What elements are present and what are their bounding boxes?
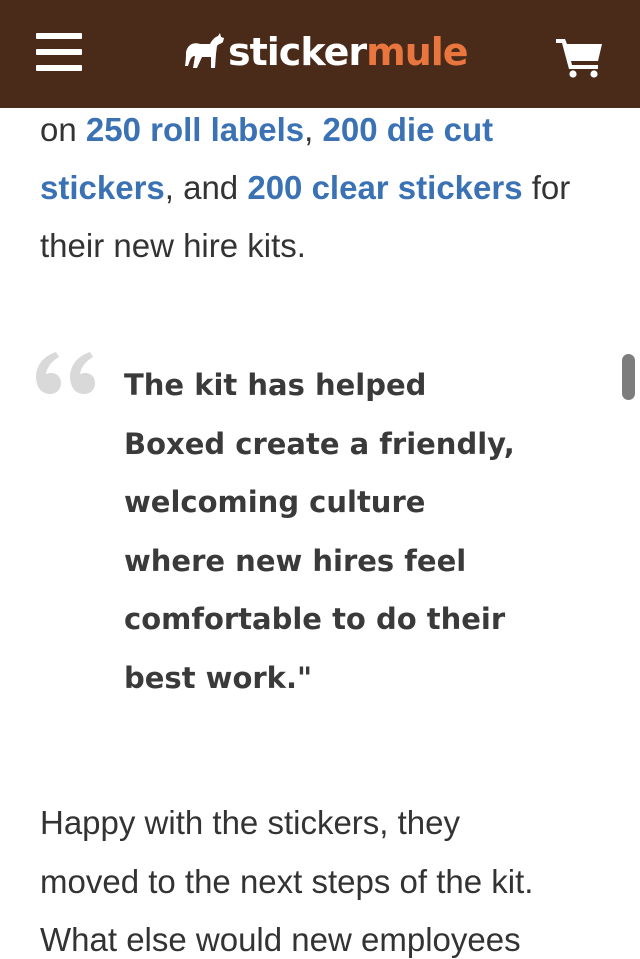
quote-line: best work." xyxy=(124,660,313,695)
mule-icon xyxy=(185,33,224,68)
hamburger-menu-icon[interactable] xyxy=(36,31,82,73)
screen: stickermule on 250 roll labels, 200 die … xyxy=(0,0,640,959)
paragraph-line: What else would new employees xyxy=(40,921,521,958)
logo-word-mule: mule xyxy=(366,30,468,74)
link-clear-stickers[interactable]: 200 clear stickers xyxy=(247,169,522,206)
testimonial-quote: The kit has helped Boxed create a friend… xyxy=(124,356,544,708)
quote-icon xyxy=(36,352,95,394)
paragraph-line: moved to the next steps of the kit. xyxy=(40,862,534,900)
logo-wordmark: stickermule xyxy=(228,30,469,74)
quote-line: Boxed create a friendly, xyxy=(124,426,515,461)
scrollbar-thumb[interactable] xyxy=(622,354,635,400)
quote-line: The kit has helped xyxy=(124,368,427,402)
stickermule-logo[interactable]: stickermule xyxy=(180,28,469,76)
quote-line: welcoming culture xyxy=(124,485,426,520)
paragraph-line: Happy with the stickers, they xyxy=(40,804,461,841)
cart-glyph xyxy=(556,39,602,78)
intro-text-1: on xyxy=(40,111,86,148)
intro-text-2: , xyxy=(304,111,323,148)
shopping-cart-icon[interactable] xyxy=(556,36,604,78)
intro-paragraph: on 250 roll labels, 200 die cut stickers… xyxy=(40,101,610,275)
link-roll-labels[interactable]: 250 roll labels xyxy=(86,111,304,148)
article-content: on 250 roll labels, 200 die cut stickers… xyxy=(0,108,640,959)
logo-word-sticker: sticker xyxy=(228,30,367,74)
intro-text-3: , and xyxy=(164,169,248,206)
quote-line: comfortable to do their xyxy=(124,602,506,637)
followup-paragraph: Happy with the stickers, they moved to t… xyxy=(40,794,610,959)
top-navigation-bar: stickermule xyxy=(0,0,640,108)
quote-line: where new hires feel xyxy=(124,543,467,578)
